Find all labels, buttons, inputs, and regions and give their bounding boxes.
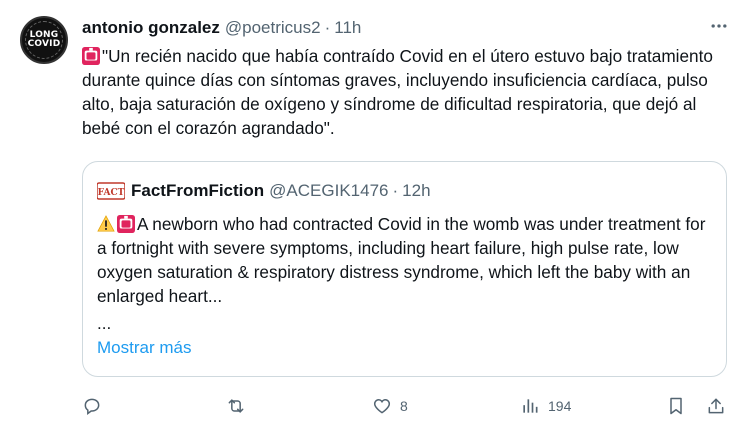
rotating-light-icon <box>82 47 100 65</box>
like-icon <box>373 398 391 414</box>
fact-logo-text: FACT <box>98 188 125 198</box>
rotating-light-icon <box>117 215 135 233</box>
author-name[interactable]: antonio gonzalez <box>82 18 220 38</box>
separator-dot: · <box>324 18 331 37</box>
quoted-text-content: A newborn who had contracted Covid in th… <box>97 214 706 306</box>
more-icon[interactable] <box>707 14 731 38</box>
quoted-text: A newborn who had contracted Covid in th… <box>97 212 712 308</box>
retweet-icon <box>228 399 244 413</box>
views-icon <box>523 399 538 413</box>
quoted-author-handle[interactable]: @ACEGIK1476 <box>269 181 388 201</box>
bookmark-button[interactable] <box>666 390 686 422</box>
tweet-time[interactable]: 11h <box>334 18 361 38</box>
author-avatar[interactable]: LONG COVID <box>20 16 68 64</box>
author-handle[interactable]: @poetricus2 <box>225 18 321 38</box>
tweet[interactable]: LONG COVID antonio gonzalez @poetricus2 … <box>0 0 748 428</box>
share-button[interactable] <box>706 390 726 422</box>
like-count: 8 <box>400 398 408 414</box>
like-button[interactable]: 8 <box>372 390 408 422</box>
tweet-header: antonio gonzalez @poetricus2 · 11h <box>82 18 361 38</box>
show-more-link[interactable]: Mostrar más <box>97 338 191 358</box>
quoted-header: FACT FactFromFiction @ACEGIK1476 · 12h <box>97 181 431 201</box>
tweet-text-content: "Un recién nacido que había contraído Co… <box>82 46 713 138</box>
quoted-tweet[interactable]: FACT FactFromFiction @ACEGIK1476 · 12h A… <box>82 161 727 377</box>
share-icon <box>708 398 724 414</box>
views-count: 194 <box>548 398 572 414</box>
quoted-ellipsis: ... <box>97 314 112 333</box>
tweet-text: "Un recién nacido que había contraído Co… <box>82 44 722 140</box>
fact-logo-icon: FACT <box>97 182 125 200</box>
bookmark-icon <box>670 397 682 415</box>
action-bar: 8 194 <box>0 390 748 422</box>
retweet-button[interactable] <box>226 390 246 422</box>
quoted-author-name[interactable]: FactFromFiction <box>131 181 264 201</box>
quoted-separator-dot: · <box>392 181 399 200</box>
reply-button[interactable] <box>82 390 102 422</box>
warning-icon <box>97 215 115 232</box>
views-button[interactable]: 194 <box>520 390 571 422</box>
quoted-time[interactable]: 12h <box>402 181 430 201</box>
reply-icon <box>84 398 100 415</box>
avatar-text-bottom: COVID <box>27 39 61 49</box>
